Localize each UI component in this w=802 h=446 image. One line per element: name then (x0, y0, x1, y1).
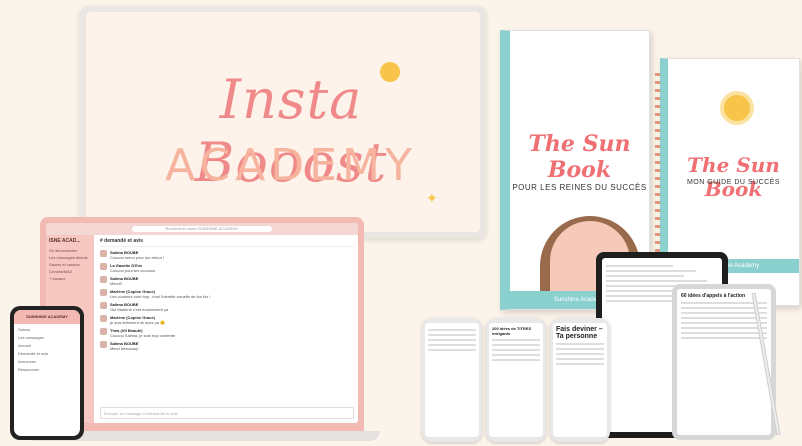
message-text: Coucou pour les coucous (110, 268, 156, 273)
laptop: Rechercher dans SUNSHINE ACADEMY ISNE AC… (40, 217, 364, 433)
sun-icon (724, 95, 750, 121)
laptop-topbar: Rechercher dans SUNSHINE ACADEMY (46, 223, 358, 235)
chat-message: Théa (Vif Beauté) Coucou Salima, je suis … (100, 328, 354, 338)
text-line (492, 349, 540, 351)
message-text: Coucou Salima, je suis trop contente (110, 333, 176, 338)
sidebar-item[interactable]: + canaux (49, 276, 91, 281)
text-line (556, 363, 604, 365)
phone-header: SUNSHINE ACADEMY (14, 310, 80, 324)
workspace-name[interactable]: ISNE ACAD... (49, 238, 91, 244)
book-left-subtitle: POUR LES REINES DU SUCCÈS (512, 183, 647, 192)
message-text: je suis tellement ok avec ça 😊 (110, 320, 166, 325)
phone-left: SUNSHINE ACADEMY Salons Les messages Acc… (10, 306, 84, 440)
text-line (681, 337, 767, 339)
chat-message: Salima BOUBE Coucou merci pour ton retour… (100, 250, 354, 260)
book-left-title: The Sun Book (528, 131, 631, 183)
avatar (100, 276, 107, 283)
text-line (428, 334, 476, 336)
search-input[interactable]: Rechercher dans SUNSHINE ACADEMY (132, 226, 272, 232)
text-line (606, 270, 696, 272)
text-line (681, 332, 767, 334)
avatar (100, 328, 107, 335)
book-right-title: The Sun Book (687, 153, 780, 201)
avatar (100, 302, 107, 309)
phone-item[interactable]: Ressources (18, 367, 76, 372)
text-line (492, 354, 540, 356)
phone-2-screen: 200 idées de TITRES intrigants (489, 323, 543, 437)
chat-message: La Gazette D'Eve Coucou pour les coucous (100, 263, 354, 273)
message-text: Les couleurs sont trop, c'est l'identité… (110, 294, 211, 299)
phone-1-screen (425, 323, 479, 437)
chat-message: Salima BOUBE Merci!! (100, 276, 354, 286)
text-line (556, 353, 604, 355)
text-line (606, 285, 679, 287)
text-line (428, 329, 476, 331)
text-line (606, 265, 674, 267)
avatar (100, 263, 107, 270)
message-text: Merci!! (110, 281, 122, 286)
phone-item[interactable]: Accueil (18, 343, 76, 348)
phone-item[interactable]: Les messages (18, 335, 76, 340)
phone-2: 200 idées de TITRES intrigants (486, 318, 546, 442)
text-line (606, 280, 707, 282)
sidebar-item[interactable]: Salons et canaux (49, 262, 91, 267)
text-line (606, 300, 674, 302)
tablet-light: 60 idées d'appels à l'action (672, 284, 776, 440)
chat-message: Salima BOUBE Oui Marlène c'est exactement… (100, 302, 354, 312)
phone-left-screen: SUNSHINE ACADEMY Salons Les messages Acc… (14, 310, 80, 436)
text-line (428, 339, 476, 341)
chat-main: # demandé et avis Salima BOUBE Coucou mer… (96, 235, 358, 423)
academy-title: ACADEMY (165, 140, 417, 191)
sparkle-icon: ✦ (426, 190, 438, 206)
book-right-subtitle: MON GUIDE DU SUCCÈS (686, 179, 781, 186)
message-text: Oui Marlène c'est exactement ça (110, 307, 169, 312)
avatar (100, 341, 107, 348)
message-composer[interactable]: Envoyer un message à #demandé et avis (100, 407, 354, 419)
phone-title: 200 idées de TITRES intrigants (492, 326, 532, 336)
text-line (606, 275, 685, 277)
avatar (100, 250, 107, 257)
avatar (100, 289, 107, 296)
sidebar-item[interactable]: Cercles/MAX (49, 269, 91, 274)
text-line (428, 349, 476, 351)
monitor-screen: Insta Booost ACADEMY ✦ (86, 12, 480, 232)
text-line (681, 322, 767, 324)
laptop-screen: Rechercher dans SUNSHINE ACADEMY ISNE AC… (46, 223, 358, 423)
text-line (492, 339, 540, 341)
message-text: Coucou merci pour ton retour ! (110, 255, 165, 260)
chat-message: Salima BOUBE Merci beaucoup (100, 341, 354, 351)
sidebar-item[interactable]: Se déconnecter (49, 248, 91, 253)
message-text: Merci beaucoup (110, 346, 139, 351)
text-line (556, 358, 604, 360)
phone-item[interactable]: Demandé et avis (18, 351, 76, 356)
text-line (681, 327, 767, 329)
text-line (556, 348, 604, 350)
text-line (428, 344, 476, 346)
phone-1 (422, 318, 482, 442)
text-line (492, 359, 540, 361)
phone-3: Fais deviner – Ta personne (550, 318, 610, 442)
chat-message: Marlène (Copine Grace) je suis tellement … (100, 315, 354, 325)
phone-title: Fais deviner – Ta personne (556, 326, 603, 340)
channel-title: # demandé et avis (100, 238, 354, 247)
sidebar-item[interactable]: Les messages directs (49, 255, 91, 260)
phone-item[interactable]: Salons (18, 327, 76, 332)
phone-item[interactable]: Annonces (18, 359, 76, 364)
avatar (100, 315, 107, 322)
text-line (492, 344, 540, 346)
desktop-monitor: Insta Booost ACADEMY ✦ (80, 6, 486, 238)
phone-3-screen: Fais deviner – Ta personne (553, 323, 607, 437)
text-line (681, 317, 767, 319)
text-line (556, 343, 604, 345)
chat-message: Marlène (Copine Grace) Les couleurs sont … (100, 289, 354, 299)
